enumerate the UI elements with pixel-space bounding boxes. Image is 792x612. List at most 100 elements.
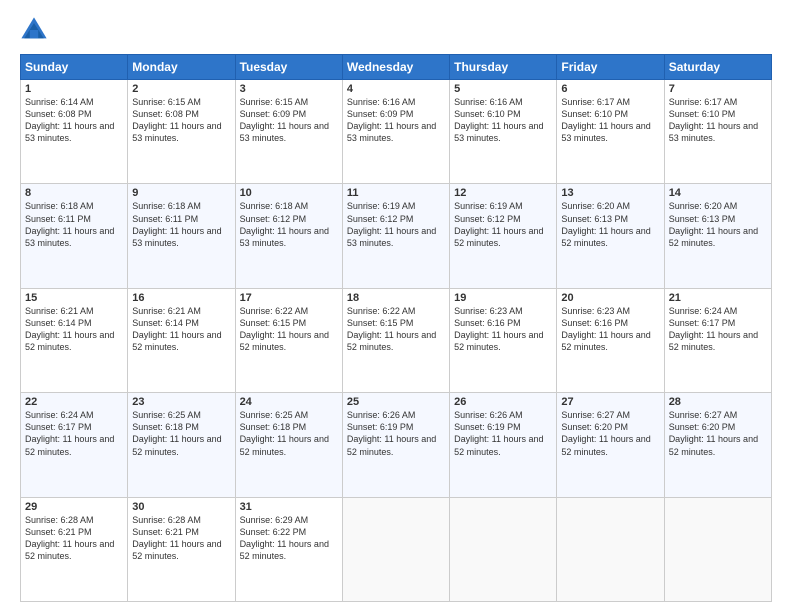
- cell-info: Sunrise: 6:22 AMSunset: 6:15 PMDaylight:…: [240, 305, 338, 354]
- cell-info: Sunrise: 6:14 AMSunset: 6:08 PMDaylight:…: [25, 96, 123, 145]
- calendar-cell: 1Sunrise: 6:14 AMSunset: 6:08 PMDaylight…: [21, 80, 128, 184]
- calendar-cell: [450, 497, 557, 601]
- calendar-cell: 18Sunrise: 6:22 AMSunset: 6:15 PMDayligh…: [342, 288, 449, 392]
- calendar-cell: 29Sunrise: 6:28 AMSunset: 6:21 PMDayligh…: [21, 497, 128, 601]
- day-number: 16: [132, 292, 230, 304]
- cell-info: Sunrise: 6:21 AMSunset: 6:14 PMDaylight:…: [132, 305, 230, 354]
- calendar-cell: 7Sunrise: 6:17 AMSunset: 6:10 PMDaylight…: [664, 80, 771, 184]
- day-number: 11: [347, 187, 445, 199]
- calendar-cell: 6Sunrise: 6:17 AMSunset: 6:10 PMDaylight…: [557, 80, 664, 184]
- cell-info: Sunrise: 6:15 AMSunset: 6:09 PMDaylight:…: [240, 96, 338, 145]
- day-number: 8: [25, 187, 123, 199]
- day-number: 22: [25, 396, 123, 408]
- day-number: 1: [25, 83, 123, 95]
- cell-info: Sunrise: 6:27 AMSunset: 6:20 PMDaylight:…: [561, 409, 659, 458]
- calendar-cell: 22Sunrise: 6:24 AMSunset: 6:17 PMDayligh…: [21, 393, 128, 497]
- day-number: 28: [669, 396, 767, 408]
- day-number: 9: [132, 187, 230, 199]
- calendar-cell: 28Sunrise: 6:27 AMSunset: 6:20 PMDayligh…: [664, 393, 771, 497]
- cell-info: Sunrise: 6:18 AMSunset: 6:11 PMDaylight:…: [25, 200, 123, 249]
- calendar-header-thursday: Thursday: [450, 55, 557, 80]
- calendar-cell: [557, 497, 664, 601]
- day-number: 10: [240, 187, 338, 199]
- calendar-cell: 12Sunrise: 6:19 AMSunset: 6:12 PMDayligh…: [450, 184, 557, 288]
- cell-info: Sunrise: 6:26 AMSunset: 6:19 PMDaylight:…: [347, 409, 445, 458]
- calendar-header-saturday: Saturday: [664, 55, 771, 80]
- day-number: 13: [561, 187, 659, 199]
- calendar-header-monday: Monday: [128, 55, 235, 80]
- calendar-header-friday: Friday: [557, 55, 664, 80]
- day-number: 30: [132, 501, 230, 513]
- calendar-cell: 14Sunrise: 6:20 AMSunset: 6:13 PMDayligh…: [664, 184, 771, 288]
- cell-info: Sunrise: 6:23 AMSunset: 6:16 PMDaylight:…: [561, 305, 659, 354]
- cell-info: Sunrise: 6:27 AMSunset: 6:20 PMDaylight:…: [669, 409, 767, 458]
- calendar-cell: 11Sunrise: 6:19 AMSunset: 6:12 PMDayligh…: [342, 184, 449, 288]
- cell-info: Sunrise: 6:17 AMSunset: 6:10 PMDaylight:…: [561, 96, 659, 145]
- day-number: 20: [561, 292, 659, 304]
- cell-info: Sunrise: 6:25 AMSunset: 6:18 PMDaylight:…: [240, 409, 338, 458]
- calendar-cell: 2Sunrise: 6:15 AMSunset: 6:08 PMDaylight…: [128, 80, 235, 184]
- cell-info: Sunrise: 6:16 AMSunset: 6:09 PMDaylight:…: [347, 96, 445, 145]
- calendar-cell: 21Sunrise: 6:24 AMSunset: 6:17 PMDayligh…: [664, 288, 771, 392]
- calendar-week-row: 29 Sunrise: 6:28 AMSunset: 6:21 PMDayligh…: [21, 497, 772, 601]
- calendar-cell: 5Sunrise: 6:16 AMSunset: 6:10 PMDaylight…: [450, 80, 557, 184]
- calendar-cell: 20Sunrise: 6:23 AMSunset: 6:16 PMDayligh…: [557, 288, 664, 392]
- day-number: 27: [561, 396, 659, 408]
- calendar-cell: 31Sunrise: 6:29 AMSunset: 6:22 PMDayligh…: [235, 497, 342, 601]
- calendar-cell: 13Sunrise: 6:20 AMSunset: 6:13 PMDayligh…: [557, 184, 664, 288]
- day-number: 6: [561, 83, 659, 95]
- cell-info: Sunrise: 6:26 AMSunset: 6:19 PMDaylight:…: [454, 409, 552, 458]
- day-number: 26: [454, 396, 552, 408]
- calendar-cell: 3Sunrise: 6:15 AMSunset: 6:09 PMDaylight…: [235, 80, 342, 184]
- day-number: 19: [454, 292, 552, 304]
- day-number: 23: [132, 396, 230, 408]
- day-number: 21: [669, 292, 767, 304]
- calendar-week-row: 8Sunrise: 6:18 AMSunset: 6:11 PMDaylight…: [21, 184, 772, 288]
- day-number: 3: [240, 83, 338, 95]
- calendar-cell: [342, 497, 449, 601]
- cell-info: Sunrise: 6:18 AMSunset: 6:11 PMDaylight:…: [132, 200, 230, 249]
- calendar-header-wednesday: Wednesday: [342, 55, 449, 80]
- calendar-week-row: 15Sunrise: 6:21 AMSunset: 6:14 PMDayligh…: [21, 288, 772, 392]
- cell-info: Sunrise: 6:16 AMSunset: 6:10 PMDaylight:…: [454, 96, 552, 145]
- day-number: 7: [669, 83, 767, 95]
- cell-info: Sunrise: 6:24 AMSunset: 6:17 PMDaylight:…: [669, 305, 767, 354]
- cell-info: Sunrise: 6:19 AMSunset: 6:12 PMDaylight:…: [454, 200, 552, 249]
- day-number: 17: [240, 292, 338, 304]
- calendar-table: SundayMondayTuesdayWednesdayThursdayFrid…: [20, 54, 772, 602]
- day-number: 29: [25, 501, 123, 513]
- day-number: 15: [25, 292, 123, 304]
- day-number: 4: [347, 83, 445, 95]
- cell-info: Sunrise: 6:28 AMSunset: 6:21 PMDaylight:…: [132, 514, 230, 563]
- day-number: 25: [347, 396, 445, 408]
- logo: [20, 16, 52, 44]
- cell-info: Sunrise: 6:15 AMSunset: 6:08 PMDaylight:…: [132, 96, 230, 145]
- page: SundayMondayTuesdayWednesdayThursdayFrid…: [0, 0, 792, 612]
- calendar-cell: [664, 497, 771, 601]
- cell-info: Sunrise: 6:23 AMSunset: 6:16 PMDaylight:…: [454, 305, 552, 354]
- day-number: 12: [454, 187, 552, 199]
- cell-info: Sunrise: 6:17 AMSunset: 6:10 PMDaylight:…: [669, 96, 767, 145]
- cell-info: Sunrise: 6:20 AMSunset: 6:13 PMDaylight:…: [561, 200, 659, 249]
- calendar-cell: 30Sunrise: 6:28 AMSunset: 6:21 PMDayligh…: [128, 497, 235, 601]
- cell-info: Sunrise: 6:22 AMSunset: 6:15 PMDaylight:…: [347, 305, 445, 354]
- day-number: 2: [132, 83, 230, 95]
- logo-icon: [20, 16, 48, 44]
- cell-info: Sunrise: 6:18 AMSunset: 6:12 PMDaylight:…: [240, 200, 338, 249]
- calendar-cell: 19Sunrise: 6:23 AMSunset: 6:16 PMDayligh…: [450, 288, 557, 392]
- day-number: 18: [347, 292, 445, 304]
- cell-info: Sunrise: 6:24 AMSunset: 6:17 PMDaylight:…: [25, 409, 123, 458]
- calendar-cell: 9Sunrise: 6:18 AMSunset: 6:11 PMDaylight…: [128, 184, 235, 288]
- cell-info: Sunrise: 6:25 AMSunset: 6:18 PMDaylight:…: [132, 409, 230, 458]
- calendar-cell: 25Sunrise: 6:26 AMSunset: 6:19 PMDayligh…: [342, 393, 449, 497]
- day-number: 14: [669, 187, 767, 199]
- calendar-cell: 17Sunrise: 6:22 AMSunset: 6:15 PMDayligh…: [235, 288, 342, 392]
- calendar-cell: 8Sunrise: 6:18 AMSunset: 6:11 PMDaylight…: [21, 184, 128, 288]
- day-number: 5: [454, 83, 552, 95]
- cell-info: Sunrise: 6:21 AMSunset: 6:14 PMDaylight:…: [25, 305, 123, 354]
- calendar-cell: 24Sunrise: 6:25 AMSunset: 6:18 PMDayligh…: [235, 393, 342, 497]
- day-number: 24: [240, 396, 338, 408]
- calendar-cell: 23Sunrise: 6:25 AMSunset: 6:18 PMDayligh…: [128, 393, 235, 497]
- cell-info: Sunrise: 6:20 AMSunset: 6:13 PMDaylight:…: [669, 200, 767, 249]
- cell-info: Sunrise: 6:29 AMSunset: 6:22 PMDaylight:…: [240, 514, 338, 563]
